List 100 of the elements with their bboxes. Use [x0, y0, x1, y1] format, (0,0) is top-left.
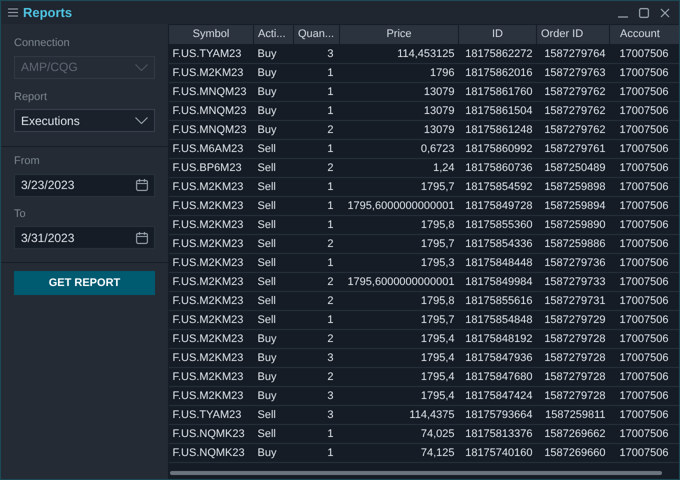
table-cell: 17007506	[610, 158, 679, 178]
table-cell: 1587279762	[536, 120, 610, 140]
column-header[interactable]: Acti...	[254, 24, 294, 44]
table-cell: 18175855616	[458, 292, 536, 310]
table-cell: 1795,7	[340, 178, 458, 196]
table-cell: 2	[294, 330, 340, 348]
table-cell: Sell	[254, 140, 294, 158]
table-cell: 1	[294, 82, 340, 102]
date-field[interactable]: 3/23/2023	[14, 174, 155, 196]
table-cell: F.US.M6AM23	[168, 140, 254, 158]
table-cell: Sell	[254, 292, 294, 310]
table-cell: 1587259811	[536, 406, 610, 424]
table-cell: 17007506	[610, 120, 679, 140]
table-cell: F.US.M2KM23	[168, 272, 254, 292]
table-cell: F.US.M2KM23	[168, 234, 254, 254]
table-cell: 17007506	[610, 330, 679, 348]
table-cell: 1	[294, 178, 340, 196]
table-cell: 18175847936	[458, 348, 536, 368]
table-cell: F.US.M2KM23	[168, 348, 254, 368]
table-cell: 18175740160	[458, 444, 536, 462]
table-cell: F.US.M2KM23	[168, 196, 254, 216]
table-cell: 18175854592	[458, 178, 536, 196]
table-cell: 17007506	[610, 64, 679, 82]
table-cell: 1587279729	[536, 310, 610, 330]
table-cell: 1587269662	[536, 424, 610, 444]
table-cell: Buy	[254, 102, 294, 120]
table-cell: 1795,6000000000001	[340, 196, 458, 216]
table-cell: 17007506	[610, 292, 679, 310]
table-cell: 17007506	[610, 406, 679, 424]
table-cell: 18175861504	[458, 102, 536, 120]
column-header[interactable]: ID	[458, 24, 536, 44]
table-cell: 1587279761	[536, 140, 610, 158]
table-cell: 1795,3	[340, 254, 458, 272]
calendar-icon[interactable]	[136, 179, 148, 191]
table-cell: 1587279764	[536, 44, 610, 64]
field-label: Connection	[14, 36, 71, 51]
table-cell: Buy	[254, 368, 294, 386]
table-cell: 2	[294, 272, 340, 292]
table-cell: Sell	[254, 196, 294, 216]
table-cell: 1587279728	[536, 330, 610, 348]
table-cell: 1	[294, 444, 340, 462]
table-cell: F.US.NQMK23	[168, 424, 254, 444]
table-cell: F.US.MNQM23	[168, 102, 254, 120]
table-cell: 17007506	[610, 444, 679, 462]
table-cell: 1795,4	[340, 386, 458, 406]
date-field[interactable]: 3/31/2023	[14, 226, 155, 249]
table-cell: 1587259886	[536, 234, 610, 254]
maximize-icon[interactable]	[639, 8, 649, 18]
table-cell: Buy	[254, 120, 294, 140]
table-cell: 17007506	[610, 178, 679, 196]
field-label: From	[14, 154, 41, 169]
table-cell: 1795,6000000000001	[340, 272, 458, 292]
table-cell: 2	[294, 368, 340, 386]
table-cell: 17007506	[610, 234, 679, 254]
table-cell: 114,453125	[340, 44, 458, 64]
table-cell: F.US.TYAM23	[168, 406, 254, 424]
table-cell: 1795,8	[340, 292, 458, 310]
table-cell: 1,24	[340, 158, 458, 178]
close-icon[interactable]	[660, 8, 670, 18]
table-cell: 18175813376	[458, 424, 536, 444]
column-header[interactable]: Account	[610, 24, 679, 44]
table-cell: 17007506	[610, 216, 679, 234]
table-cell: F.US.MNQM23	[168, 120, 254, 140]
table-cell: 1587259894	[536, 196, 610, 216]
table-cell: Sell	[254, 310, 294, 330]
table-cell: Sell	[254, 216, 294, 234]
get-report-button[interactable]: GET REPORT	[14, 271, 155, 295]
table-cell: 18175849728	[458, 196, 536, 216]
table-cell: 1	[294, 254, 340, 272]
table-cell: F.US.M2KM23	[168, 292, 254, 310]
table-cell: 74,125	[340, 444, 458, 462]
table-cell: 114,4375	[340, 406, 458, 424]
table-cell: 17007506	[610, 44, 679, 64]
table-cell: F.US.M2KM23	[168, 368, 254, 386]
column-header[interactable]: Price	[340, 24, 458, 44]
table-cell: Buy	[254, 444, 294, 462]
column-header[interactable]: Order ID	[536, 24, 610, 44]
table-cell: 1795,7	[340, 310, 458, 330]
table-cell: Buy	[254, 64, 294, 82]
column-header[interactable]: Quan...	[294, 24, 340, 44]
table-cell: 18175847424	[458, 386, 536, 406]
table-cell: F.US.M2KM23	[168, 310, 254, 330]
table-cell: 17007506	[610, 272, 679, 292]
table-cell: 18175849984	[458, 272, 536, 292]
dropdown[interactable]: Executions	[14, 109, 155, 132]
table-cell: F.US.BP6M23	[168, 158, 254, 178]
table-cell: Sell	[254, 158, 294, 178]
table-cell: 1587279762	[536, 82, 610, 102]
table-cell: Sell	[254, 178, 294, 196]
column-header[interactable]: Symbol	[168, 24, 254, 44]
table-cell: Sell	[254, 254, 294, 272]
scrollbar[interactable]	[170, 471, 662, 475]
table-cell: 1795,4	[340, 368, 458, 386]
calendar-icon[interactable]	[136, 232, 148, 244]
table-cell: 2	[294, 292, 340, 310]
table-cell: 18175862016	[458, 64, 536, 82]
menu-icon[interactable]	[8, 8, 18, 17]
table-cell: 2	[294, 234, 340, 254]
table-cell: 18175793664	[458, 406, 536, 424]
table-cell: Buy	[254, 82, 294, 102]
